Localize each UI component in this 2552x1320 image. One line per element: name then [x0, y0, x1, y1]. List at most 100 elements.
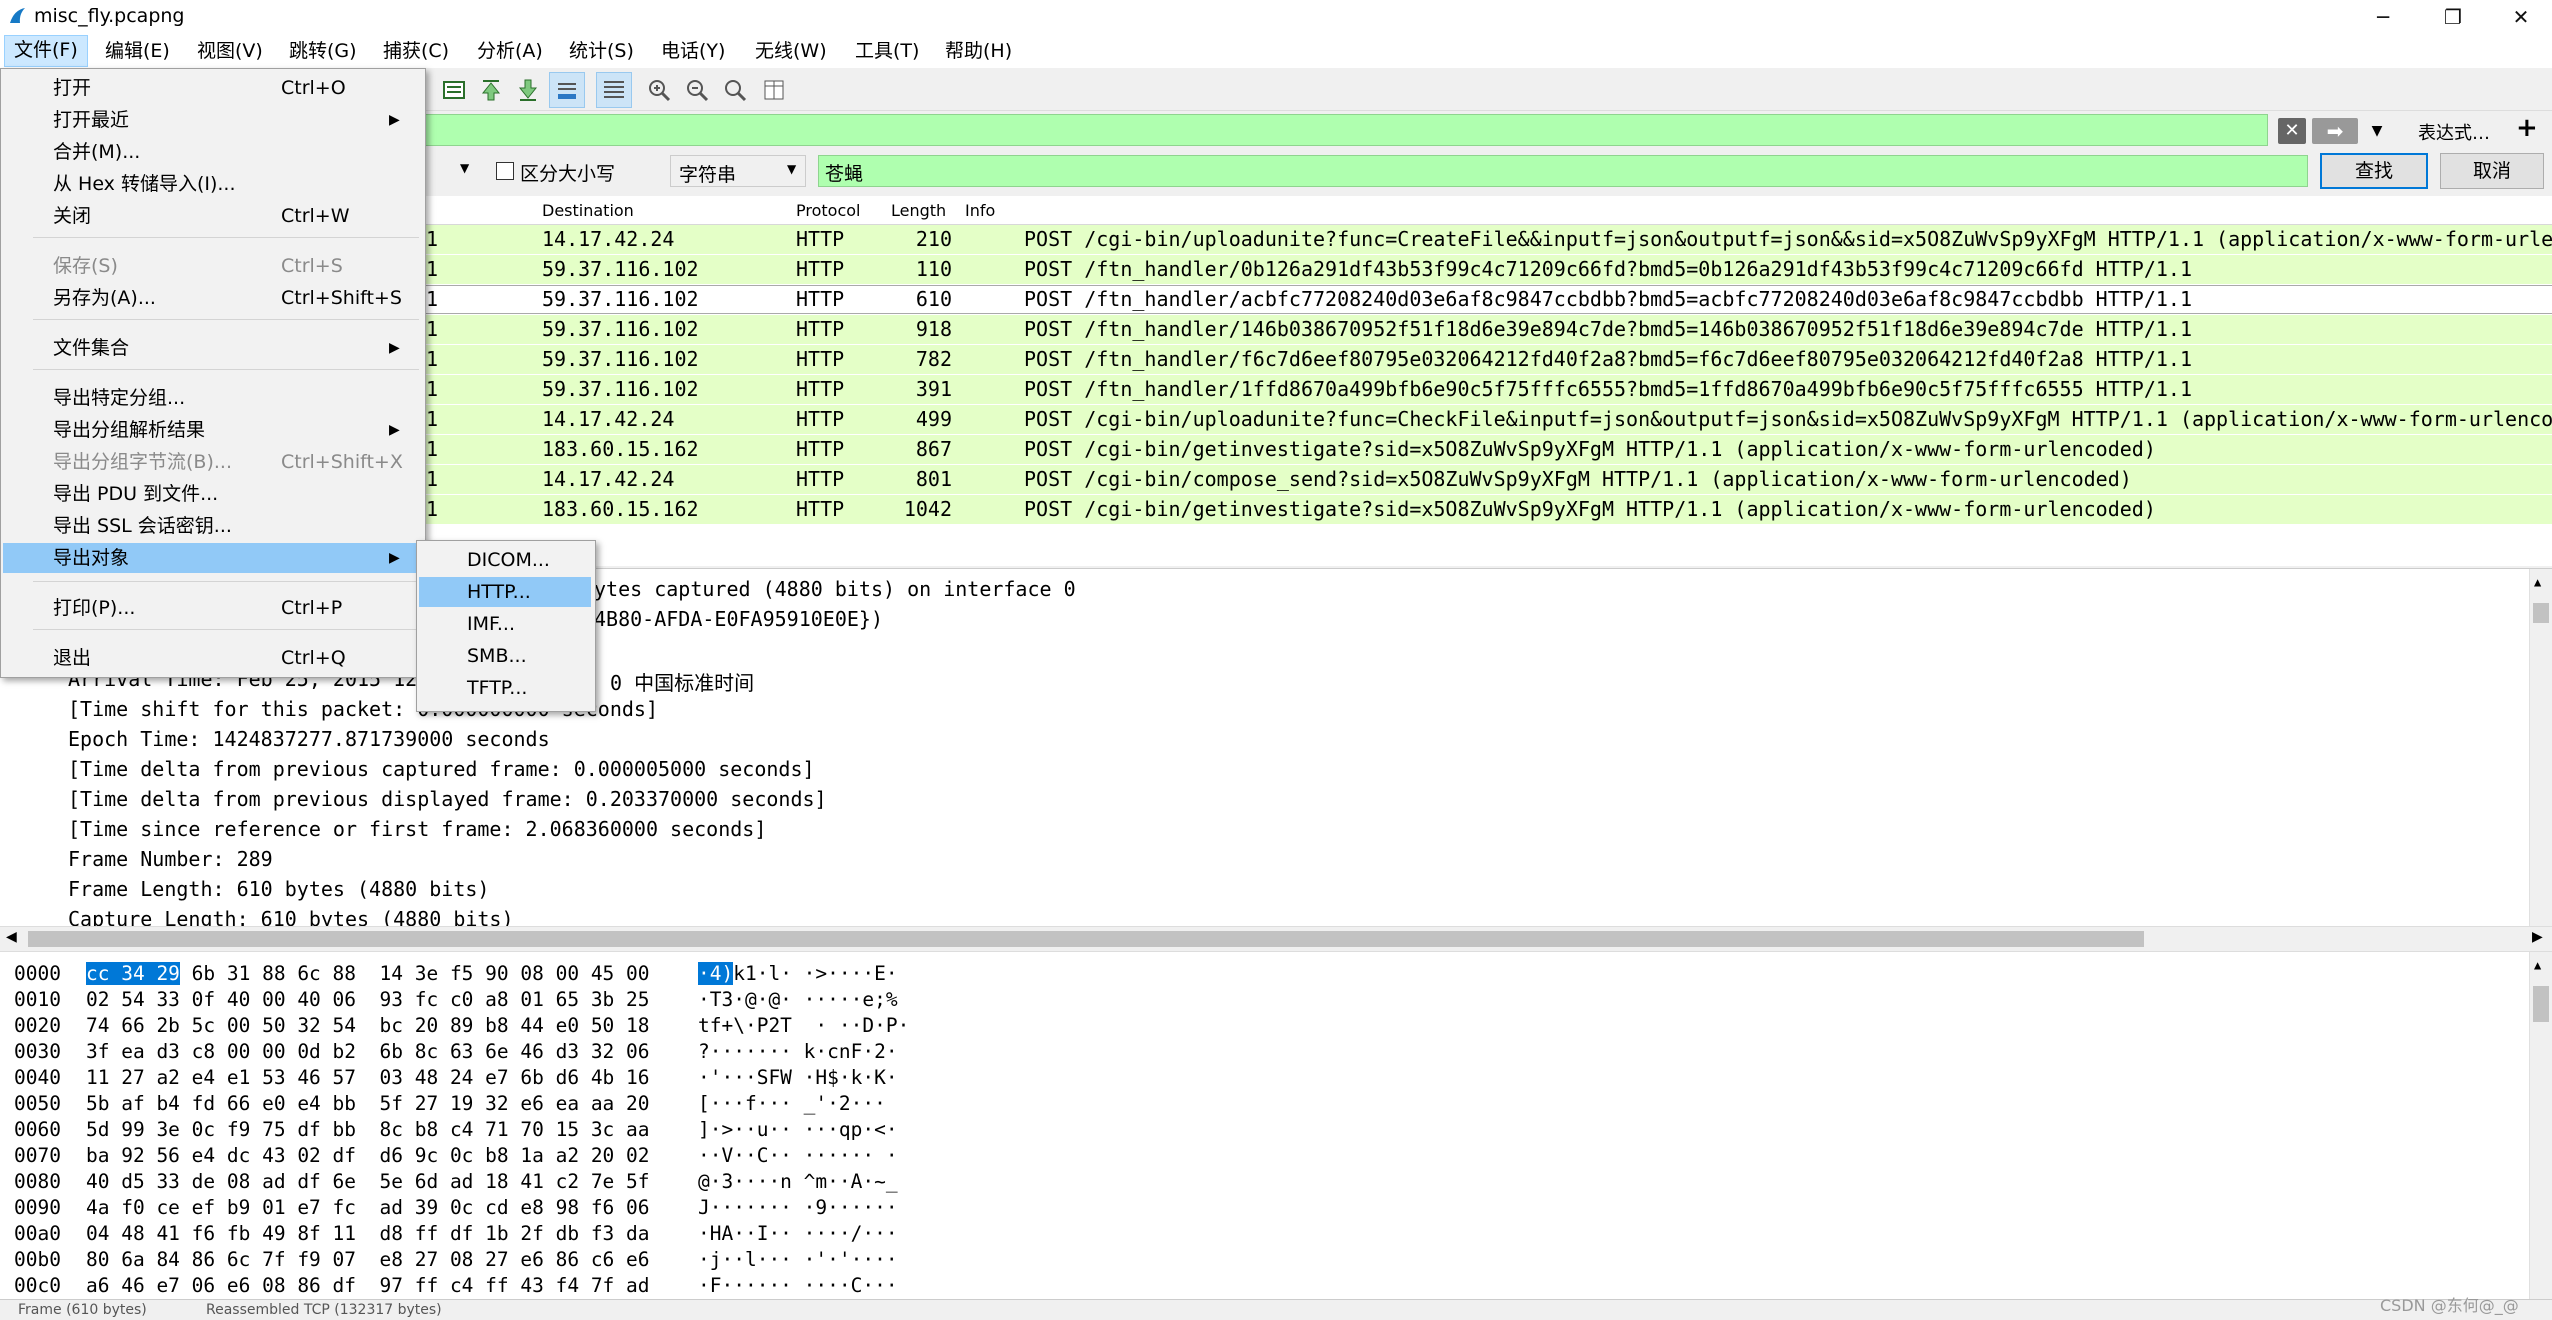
- byte-hex-row[interactable]: 40 d5 33 de 08 ad df 6e 5e 6d ad 18 41 c…: [86, 1170, 650, 1193]
- menu-quit[interactable]: 退出 Ctrl+Q: [3, 643, 421, 673]
- last-packet-icon[interactable]: [514, 76, 542, 104]
- byte-hex-row[interactable]: 80 6a 84 86 6c 7f f9 07 e8 27 08 27 e6 8…: [86, 1248, 650, 1271]
- scroll-right-icon[interactable]: ▶: [2532, 929, 2543, 945]
- menu-export-bytes[interactable]: 导出分组字节流(B)... Ctrl+Shift+X: [3, 447, 421, 477]
- autoscroll-toggle[interactable]: [549, 72, 585, 108]
- menu-export-pdu[interactable]: 导出 PDU 到文件...: [3, 479, 421, 509]
- byte-hex-row[interactable]: 3f ea d3 c8 00 00 0d b2 6b 8c 63 6e 46 d…: [86, 1040, 650, 1063]
- byte-ascii-row[interactable]: ·'···SFW ·H$·k·K·: [698, 1066, 898, 1089]
- menu-save[interactable]: 保存(S) Ctrl+S: [3, 251, 421, 281]
- byte-ascii-row[interactable]: ·F······ ····C···: [698, 1274, 898, 1297]
- scroll-left-icon[interactable]: ◀: [6, 929, 17, 945]
- menu-capture[interactable]: 捕获(C): [374, 36, 458, 66]
- column-destination[interactable]: Destination: [542, 201, 634, 220]
- menu-export-objects[interactable]: 导出对象 ▶: [3, 543, 421, 573]
- detail-delta-captured[interactable]: [Time delta from previous captured frame…: [68, 757, 815, 781]
- column-protocol[interactable]: Protocol: [796, 201, 860, 220]
- details-vertical-scrollbar[interactable]: ▲: [2529, 569, 2552, 927]
- menu-wireless[interactable]: 无线(W): [746, 36, 836, 66]
- menu-open[interactable]: 打开 Ctrl+O: [3, 73, 421, 103]
- byte-ascii-row[interactable]: [···f··· _'·2···: [698, 1092, 898, 1115]
- filter-history-chevron-down-icon[interactable]: ▼: [2364, 118, 2390, 144]
- detail-capture-length[interactable]: Capture Length: 610 bytes (4880 bits): [68, 907, 514, 927]
- detail-time-since-ref[interactable]: [Time since reference or first frame: 2.…: [68, 817, 766, 841]
- zoom-in-icon[interactable]: [645, 76, 673, 104]
- bytes-vertical-scrollbar[interactable]: ▲: [2529, 952, 2552, 1299]
- cancel-find-button[interactable]: 取消: [2440, 153, 2544, 189]
- byte-hex-selected[interactable]: cc 34 29: [86, 962, 180, 985]
- byte-ascii-row[interactable]: tf+\·P2T · ··D·P·: [698, 1014, 909, 1037]
- byte-hex-row[interactable]: a6 46 e7 06 e6 08 86 df 97 ff c4 ff 43 f…: [86, 1274, 650, 1297]
- submenu-smb[interactable]: SMB...: [419, 641, 591, 671]
- byte-hex-row[interactable]: ba 92 56 e4 dc 43 02 df d6 9c 0c b8 1a a…: [86, 1144, 650, 1167]
- column-length[interactable]: Length: [891, 201, 946, 220]
- menu-telephony[interactable]: 电话(Y): [652, 36, 734, 66]
- byte-ascii-row[interactable]: ·4)k1·l· ·>····E·: [698, 962, 898, 985]
- search-in-chevron-down-icon[interactable]: ▼: [460, 161, 469, 175]
- byte-hex-row[interactable]: 5b af b4 fd 66 e0 e4 bb 5f 27 19 32 e6 e…: [86, 1092, 650, 1115]
- menu-save-as[interactable]: 另存为(A)... Ctrl+Shift+S: [3, 283, 421, 313]
- apply-filter-arrow-icon[interactable]: ➡: [2312, 118, 2358, 144]
- menu-tools[interactable]: 工具(T): [846, 36, 928, 66]
- colorize-toggle[interactable]: [596, 72, 632, 108]
- byte-ascii-row[interactable]: ]·>··u·· ···qp·<·: [698, 1118, 898, 1141]
- detail-frame-length[interactable]: Frame Length: 610 bytes (4880 bits): [68, 877, 489, 901]
- resize-columns-icon[interactable]: [760, 76, 788, 104]
- menu-view[interactable]: 视图(V): [188, 36, 272, 66]
- add-filter-button-plus-icon[interactable]: +: [2516, 113, 2538, 143]
- go-to-packet-icon[interactable]: [440, 76, 468, 104]
- byte-hex-row[interactable]: 04 48 41 f6 fb 49 8f 11 d8 ff df 1b 2f d…: [86, 1222, 650, 1245]
- case-sensitive-checkbox[interactable]: [496, 162, 514, 180]
- byte-ascii-row[interactable]: ·HA··I·· ····/···: [698, 1222, 898, 1245]
- detail-delta-displayed[interactable]: [Time delta from previous displayed fram…: [68, 787, 827, 811]
- restore-icon[interactable]: ❐: [2418, 0, 2488, 34]
- column-info[interactable]: Info: [965, 201, 995, 220]
- find-search-input[interactable]: 苍蝇: [818, 155, 2308, 187]
- scroll-up-icon[interactable]: ▲: [2534, 575, 2541, 589]
- search-type-select[interactable]: 字符串 ▼: [670, 155, 806, 187]
- menu-export-ssl-keys[interactable]: 导出 SSL 会话密钥...: [3, 511, 421, 541]
- byte-ascii-row[interactable]: ··V··C·· ······ ·: [698, 1144, 898, 1167]
- close-icon[interactable]: ✕: [2486, 0, 2552, 34]
- detail-arrival-timezone[interactable]: 0 中国标准时间: [610, 667, 754, 696]
- clear-filter-icon[interactable]: ✕: [2278, 118, 2306, 144]
- zoom-reset-icon[interactable]: [721, 76, 749, 104]
- byte-ascii-row[interactable]: J······· ·9······: [698, 1196, 898, 1219]
- bytes-scroll-thumb[interactable]: [2533, 986, 2549, 1022]
- submenu-imf[interactable]: IMF...: [419, 609, 591, 639]
- submenu-dicom[interactable]: DICOM...: [419, 545, 591, 575]
- byte-hex-row[interactable]: 4a f0 ce ef b9 01 e7 fc ad 39 0c cd e8 9…: [86, 1196, 650, 1219]
- zoom-out-icon[interactable]: [683, 76, 711, 104]
- details-horizontal-scrollbar[interactable]: ◀ ▶: [0, 926, 2552, 952]
- menu-close[interactable]: 关闭 Ctrl+W: [3, 201, 421, 231]
- menu-import-hex[interactable]: 从 Hex 转储导入(I)...: [3, 169, 421, 199]
- byte-ascii-row[interactable]: ·j··l··· ·'·'····: [698, 1248, 898, 1271]
- detail-frame-number[interactable]: Frame Number: 289: [68, 847, 273, 871]
- detail-interface-id[interactable]: 4B80-AFDA-E0FA95910E0E}): [594, 607, 883, 631]
- byte-ascii-row[interactable]: @·3····n ^m··A·~_: [698, 1170, 898, 1193]
- byte-ascii-row[interactable]: ·T3·@·@· ·····e;%: [698, 988, 898, 1011]
- menu-print[interactable]: 打印(P)... Ctrl+P: [3, 593, 421, 623]
- menu-export-dissections[interactable]: 导出分组解析结果 ▶: [3, 415, 421, 445]
- menu-file[interactable]: 文件(F): [4, 35, 88, 67]
- scroll-up-icon[interactable]: ▲: [2534, 958, 2541, 972]
- status-reassembled-tab[interactable]: Reassembled TCP (132317 bytes): [206, 1302, 442, 1318]
- menu-go[interactable]: 跳转(G): [280, 36, 366, 66]
- byte-hex-row[interactable]: cc 34 29 6b 31 88 6c 88 14 3e f5 90 08 0…: [86, 962, 650, 985]
- byte-hex-row[interactable]: 11 27 a2 e4 e1 53 46 57 03 48 24 e7 6b d…: [86, 1066, 650, 1089]
- menu-merge[interactable]: 合并(M)...: [3, 137, 421, 167]
- menu-statistics[interactable]: 统计(S): [560, 36, 643, 66]
- byte-ascii-row[interactable]: ?······· k·cnF·2·: [698, 1040, 898, 1063]
- byte-hex-row[interactable]: 02 54 33 0f 40 00 40 06 93 fc c0 a8 01 6…: [86, 988, 650, 1011]
- menu-help[interactable]: 帮助(H): [936, 36, 1021, 66]
- byte-ascii-selected[interactable]: ·4): [698, 962, 734, 985]
- find-button[interactable]: 查找: [2320, 153, 2428, 189]
- byte-hex-row[interactable]: 5d 99 3e 0c f9 75 df bb 8c b8 c4 71 70 1…: [86, 1118, 650, 1141]
- byte-hex-row[interactable]: 74 66 2b 5c 00 50 32 54 bc 20 89 b8 44 e…: [86, 1014, 650, 1037]
- submenu-http[interactable]: HTTP...: [419, 577, 591, 607]
- details-scroll-thumb[interactable]: [2533, 603, 2549, 623]
- expression-button[interactable]: 表达式…: [2418, 119, 2490, 145]
- menu-edit[interactable]: 编辑(E): [96, 36, 179, 66]
- status-frame-tab[interactable]: Frame (610 bytes): [18, 1302, 147, 1318]
- menu-file-set[interactable]: 文件集合 ▶: [3, 333, 421, 363]
